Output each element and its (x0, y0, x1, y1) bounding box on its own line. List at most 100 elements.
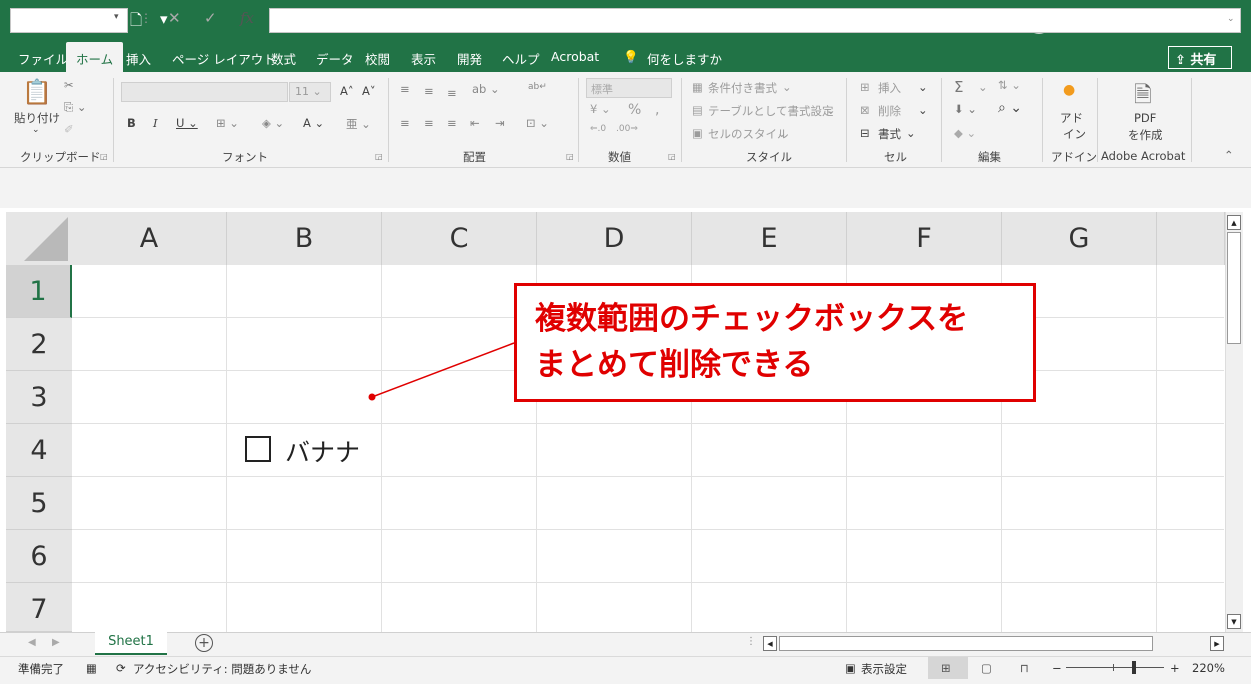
row-header-1[interactable]: 1 (6, 265, 72, 318)
number-format-combo[interactable]: 標準 (586, 78, 672, 98)
tell-me-search[interactable]: 何をしますか (647, 49, 722, 68)
scroll-up-icon[interactable]: ▲ (1227, 215, 1241, 230)
row-header-7[interactable]: 7 (6, 583, 72, 632)
tab-developer[interactable]: 開発 (457, 49, 482, 68)
percent-icon[interactable]: % (628, 102, 641, 118)
row-header-4[interactable]: 4 (6, 424, 72, 477)
tab-insert[interactable]: 挿入 (126, 49, 151, 68)
tab-acrobat[interactable]: Acrobat (551, 49, 599, 64)
cancel-icon[interactable]: ✕ (168, 9, 181, 27)
sort-filter-icon[interactable]: ⇅ ⌄ (998, 78, 1021, 92)
dialog-launcher-icon[interactable]: ◲ (100, 152, 108, 161)
zoom-in-icon[interactable]: + (1170, 661, 1180, 675)
select-all-button[interactable] (6, 212, 72, 265)
worksheet-grid[interactable] (0, 208, 1251, 632)
tab-review[interactable]: 校閲 (365, 49, 390, 68)
fill-color-icon[interactable]: ◈ ⌄ (262, 116, 284, 130)
paste-icon[interactable]: 📋 (22, 78, 52, 106)
dialog-launcher-icon[interactable]: ◲ (668, 152, 676, 161)
share-button[interactable]: ⇪ 共有 ⌄ (1168, 46, 1232, 83)
borders-icon[interactable]: ⊞ ⌄ (216, 116, 239, 130)
conditional-formatting-button[interactable]: 条件付き書式 (708, 80, 777, 96)
column-header-partial[interactable] (1157, 212, 1225, 265)
sheet-tab-sheet1[interactable]: Sheet1 (95, 632, 167, 655)
insert-cells-button[interactable]: 挿入 (878, 80, 901, 96)
paste-button[interactable]: 貼り付け (14, 110, 60, 126)
chevron-down-icon[interactable]: ⌄ (826, 103, 836, 117)
column-header-c[interactable]: C (382, 212, 537, 265)
row-header-6[interactable]: 6 (6, 530, 72, 583)
create-pdf-button-line2[interactable]: を作成 (1128, 127, 1163, 143)
page-break-view-icon[interactable]: ⊓ (1020, 661, 1029, 675)
horizontal-scrollbar-thumb[interactable] (779, 636, 1153, 651)
chevron-down-icon[interactable]: ⌄ (918, 80, 928, 94)
macro-record-icon[interactable]: ▦ (86, 661, 97, 675)
align-right-icon[interactable]: ≡ (447, 116, 457, 130)
formula-input[interactable] (269, 8, 1241, 33)
accessibility-status[interactable]: アクセシビリティ: 問題ありません (133, 661, 311, 677)
tab-home[interactable]: ホーム (66, 42, 124, 72)
chevron-down-icon[interactable]: ⌄ (782, 80, 792, 94)
chevron-down-icon[interactable]: ⌄ (777, 126, 787, 140)
insert-function-icon[interactable]: fx (240, 9, 254, 27)
column-header-a[interactable]: A (72, 212, 227, 265)
scroll-left-icon[interactable]: ◀ (763, 636, 777, 651)
decrease-font-icon[interactable]: A˅ (362, 84, 376, 98)
align-top-icon[interactable]: ≡ (400, 82, 410, 96)
page-layout-view-icon[interactable]: ▢ (981, 661, 992, 675)
checkbox-label[interactable]: バナナ (285, 433, 360, 469)
add-sheet-icon[interactable]: + (195, 634, 213, 652)
phonetic-icon[interactable]: 亜 ⌄ (346, 116, 371, 132)
merge-center-icon[interactable]: ⊡ ⌄ (526, 116, 549, 130)
dialog-launcher-icon[interactable]: ◲ (375, 152, 383, 161)
chevron-down-icon[interactable]: ⌄ (978, 80, 988, 94)
row-header-2[interactable]: 2 (6, 318, 72, 371)
display-settings-button[interactable]: 表示設定 (861, 661, 907, 677)
zoom-level[interactable]: 220% (1192, 661, 1225, 675)
decrease-decimal-icon[interactable]: .00⇒ (616, 124, 638, 134)
zoom-slider-thumb[interactable] (1132, 661, 1136, 674)
align-bottom-icon[interactable]: ≡ (447, 86, 457, 100)
align-center-icon[interactable]: ≡ (424, 116, 434, 130)
increase-decimal-icon[interactable]: ⇐.0 (590, 124, 606, 134)
italic-icon[interactable]: I (153, 116, 158, 130)
delete-cells-button[interactable]: 削除 (878, 103, 901, 119)
currency-icon[interactable]: ¥ ⌄ (590, 102, 611, 116)
increase-font-icon[interactable]: A˄ (340, 84, 354, 98)
enter-icon[interactable]: ✓ (204, 9, 217, 27)
format-cells-button[interactable]: 書式 (878, 126, 901, 142)
scroll-right-icon[interactable]: ▶ (1210, 636, 1224, 651)
orientation-icon[interactable]: ab ⌄ (472, 82, 500, 96)
chevron-down-icon[interactable]: ⌄ (1227, 14, 1235, 24)
fill-icon[interactable]: ⬇ ⌄ (954, 102, 977, 116)
copy-icon[interactable]: ⎘ ⌄ (64, 100, 87, 115)
format-painter-icon[interactable]: ✐ (64, 122, 74, 136)
dialog-launcher-icon[interactable]: ◲ (566, 152, 574, 161)
decrease-indent-icon[interactable]: ⇤ (470, 116, 480, 130)
sheet-nav-prev-icon[interactable]: ◀ (28, 637, 36, 648)
tab-page-layout[interactable]: ページ レイアウト (172, 49, 276, 68)
underline-icon[interactable]: U ⌄ (176, 116, 198, 130)
autosum-icon[interactable]: Σ (954, 78, 963, 96)
tab-data[interactable]: データ (316, 49, 354, 68)
font-name-combo[interactable] (121, 82, 288, 102)
row-header-3[interactable]: 3 (6, 371, 72, 424)
bold-icon[interactable]: B (127, 116, 136, 130)
column-header-e[interactable]: E (692, 212, 847, 265)
format-as-table-button[interactable]: テーブルとして書式設定 (708, 103, 833, 119)
font-color-icon[interactable]: A ⌄ (303, 116, 324, 130)
align-left-icon[interactable]: ≡ (400, 116, 410, 130)
addins-button-line2[interactable]: イン (1063, 126, 1086, 142)
tab-file[interactable]: ファイル (18, 49, 68, 68)
tab-view[interactable]: 表示 (411, 49, 436, 68)
chevron-down-icon[interactable]: ⌄ (906, 126, 916, 140)
wrap-text-icon[interactable]: ab↵ (528, 82, 547, 92)
scroll-down-icon[interactable]: ▼ (1227, 614, 1241, 629)
cut-icon[interactable]: ✂ (64, 78, 74, 92)
find-select-icon[interactable]: ⌕ ⌄ (998, 100, 1022, 116)
create-pdf-button[interactable]: PDF (1134, 111, 1156, 125)
tab-formulas[interactable]: 数式 (271, 49, 296, 68)
column-header-g[interactable]: G (1002, 212, 1157, 265)
scrollbar-thumb[interactable] (1227, 232, 1241, 344)
chevron-down-icon[interactable]: ⌄ (918, 103, 928, 117)
